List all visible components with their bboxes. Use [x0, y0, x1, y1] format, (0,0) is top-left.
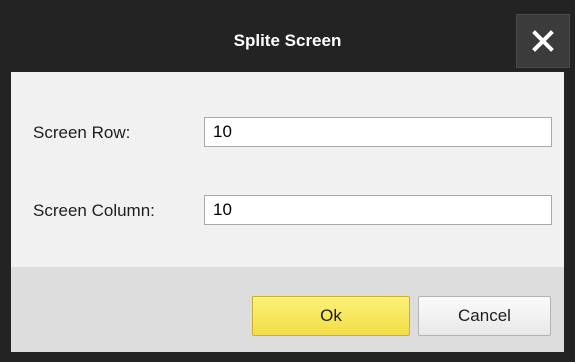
ok-button[interactable]: Ok [252, 296, 410, 336]
screen-column-input[interactable] [204, 195, 552, 225]
dialog-title: Splite Screen [233, 31, 342, 50]
screen-row-label: Screen Row: [33, 123, 131, 142]
dialog-content: Screen Row: Screen Column: [11, 72, 564, 267]
close-icon [532, 30, 554, 52]
close-button[interactable] [516, 14, 570, 68]
dialog-title-bar: Splite Screen [0, 0, 575, 72]
screen-row-input[interactable] [204, 117, 552, 147]
screen-column-label: Screen Column: [33, 201, 155, 220]
cancel-button[interactable]: Cancel [418, 296, 551, 336]
dialog-footer: Ok Cancel [11, 267, 564, 352]
split-screen-dialog: Splite Screen Screen Row: Screen Column:… [0, 0, 575, 362]
